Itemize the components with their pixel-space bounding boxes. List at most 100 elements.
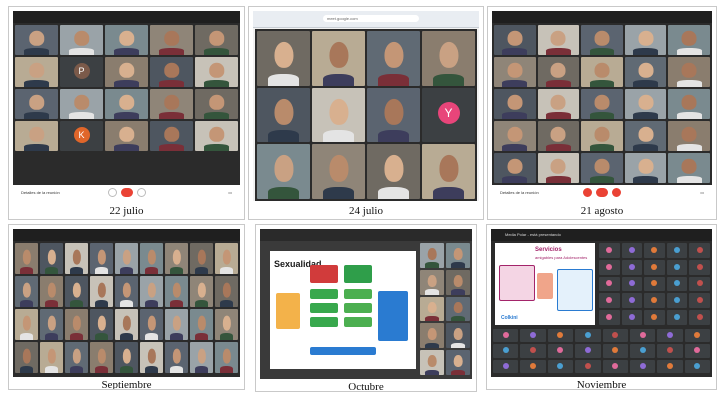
participant-tile[interactable]: [689, 243, 710, 258]
participant-tile[interactable]: [644, 276, 665, 292]
participant-tile[interactable]: [65, 276, 88, 307]
participant-tile[interactable]: [581, 25, 623, 55]
participant-tile[interactable]: [40, 243, 63, 274]
participant-tile[interactable]: [367, 31, 420, 86]
participant-tile[interactable]: [150, 57, 193, 87]
participant-tile[interactable]: [15, 25, 58, 55]
participant-tile[interactable]: [629, 344, 656, 358]
participant-tile[interactable]: [520, 344, 546, 358]
participant-tile[interactable]: [666, 259, 688, 275]
participant-tile[interactable]: [140, 243, 163, 274]
participant-tile[interactable]: [684, 344, 710, 358]
meeting-details-link[interactable]: Detalles de la reunión: [21, 190, 60, 195]
participant-tile[interactable]: [422, 144, 475, 199]
participant-tile[interactable]: [666, 310, 688, 325]
participant-tile[interactable]: [644, 310, 665, 325]
participant-tile[interactable]: [190, 243, 213, 274]
participant-tile[interactable]: [90, 243, 113, 274]
participant-tile[interactable]: [165, 309, 188, 340]
participant-tile[interactable]: [684, 329, 710, 343]
participant-tile[interactable]: [40, 276, 63, 307]
participant-tile[interactable]: [624, 89, 667, 119]
participant-tile[interactable]: [422, 31, 475, 86]
participant-tile[interactable]: [668, 153, 710, 183]
participant-tile[interactable]: [575, 359, 601, 373]
participant-tile[interactable]: [257, 87, 310, 143]
participant-tile[interactable]: [629, 329, 656, 343]
participant-tile[interactable]: [15, 243, 38, 274]
participant-tile[interactable]: [547, 344, 574, 358]
participant-tile[interactable]: [446, 323, 470, 349]
present-icon[interactable]: ▭: [228, 190, 232, 195]
participant-tile[interactable]: [494, 57, 536, 87]
participant-tile[interactable]: [581, 89, 623, 119]
participant-tile[interactable]: [420, 243, 444, 268]
participant-tile[interactable]: Y: [422, 87, 475, 143]
participant-tile[interactable]: [312, 31, 365, 86]
participant-tile[interactable]: [599, 259, 620, 275]
participant-tile[interactable]: [312, 144, 365, 199]
participant-tile[interactable]: [684, 359, 710, 373]
participant-tile[interactable]: [621, 243, 643, 258]
participant-tile[interactable]: [257, 31, 310, 86]
participant-tile[interactable]: [493, 344, 519, 358]
participant-tile[interactable]: [165, 342, 188, 373]
participant-tile[interactable]: [446, 350, 470, 375]
participant-tile[interactable]: [215, 276, 238, 307]
participant-tile[interactable]: [65, 342, 88, 373]
participant-tile[interactable]: [190, 276, 213, 307]
participant-tile[interactable]: [621, 310, 643, 325]
participant-tile[interactable]: [190, 342, 213, 373]
participant-tile[interactable]: [668, 57, 710, 87]
participant-tile[interactable]: [547, 359, 574, 373]
participant-tile[interactable]: [624, 153, 667, 183]
participant-tile[interactable]: [65, 243, 88, 274]
participant-tile[interactable]: [40, 309, 63, 340]
participant-tile[interactable]: [657, 359, 683, 373]
participant-tile[interactable]: [65, 309, 88, 340]
participant-tile[interactable]: [312, 87, 365, 143]
participant-tile[interactable]: [602, 329, 628, 343]
participant-tile[interactable]: [60, 25, 103, 55]
participant-tile[interactable]: [537, 89, 580, 119]
participant-tile[interactable]: [90, 309, 113, 340]
participant-tile[interactable]: [493, 329, 519, 343]
participant-tile[interactable]: [367, 144, 420, 199]
participant-tile[interactable]: [420, 323, 444, 349]
participant-tile[interactable]: [493, 359, 519, 373]
participant-tile[interactable]: [602, 344, 628, 358]
participant-tile[interactable]: [520, 359, 546, 373]
participant-tile[interactable]: [644, 259, 665, 275]
participant-tile[interactable]: [644, 243, 665, 258]
participant-tile[interactable]: [547, 329, 574, 343]
participant-tile[interactable]: [666, 293, 688, 309]
participant-tile[interactable]: [115, 309, 138, 340]
participant-tile[interactable]: [668, 25, 710, 55]
participant-tile[interactable]: [494, 25, 536, 55]
participant-tile[interactable]: P: [60, 57, 103, 87]
participant-tile[interactable]: [446, 296, 470, 322]
participant-tile[interactable]: [537, 25, 580, 55]
participant-tile[interactable]: [140, 309, 163, 340]
participant-tile[interactable]: [689, 293, 710, 309]
participant-tile[interactable]: [575, 344, 601, 358]
participant-tile[interactable]: [140, 276, 163, 307]
participant-tile[interactable]: [621, 293, 643, 309]
participant-tile[interactable]: [115, 342, 138, 373]
participant-tile[interactable]: [624, 121, 667, 151]
participant-tile[interactable]: [150, 25, 193, 55]
participant-tile[interactable]: [15, 276, 38, 307]
hang-up-icon[interactable]: [596, 188, 608, 197]
participant-tile[interactable]: [657, 329, 683, 343]
participant-tile[interactable]: [581, 121, 623, 151]
participant-tile[interactable]: [15, 342, 38, 373]
participant-tile[interactable]: [40, 342, 63, 373]
participant-tile[interactable]: [537, 121, 580, 151]
participant-tile[interactable]: [190, 309, 213, 340]
participant-tile[interactable]: [105, 57, 148, 87]
mic-icon[interactable]: [107, 188, 117, 197]
participant-tile[interactable]: [15, 309, 38, 340]
participant-tile[interactable]: [599, 310, 620, 325]
participant-tile[interactable]: [537, 153, 580, 183]
participant-tile[interactable]: [15, 89, 58, 119]
